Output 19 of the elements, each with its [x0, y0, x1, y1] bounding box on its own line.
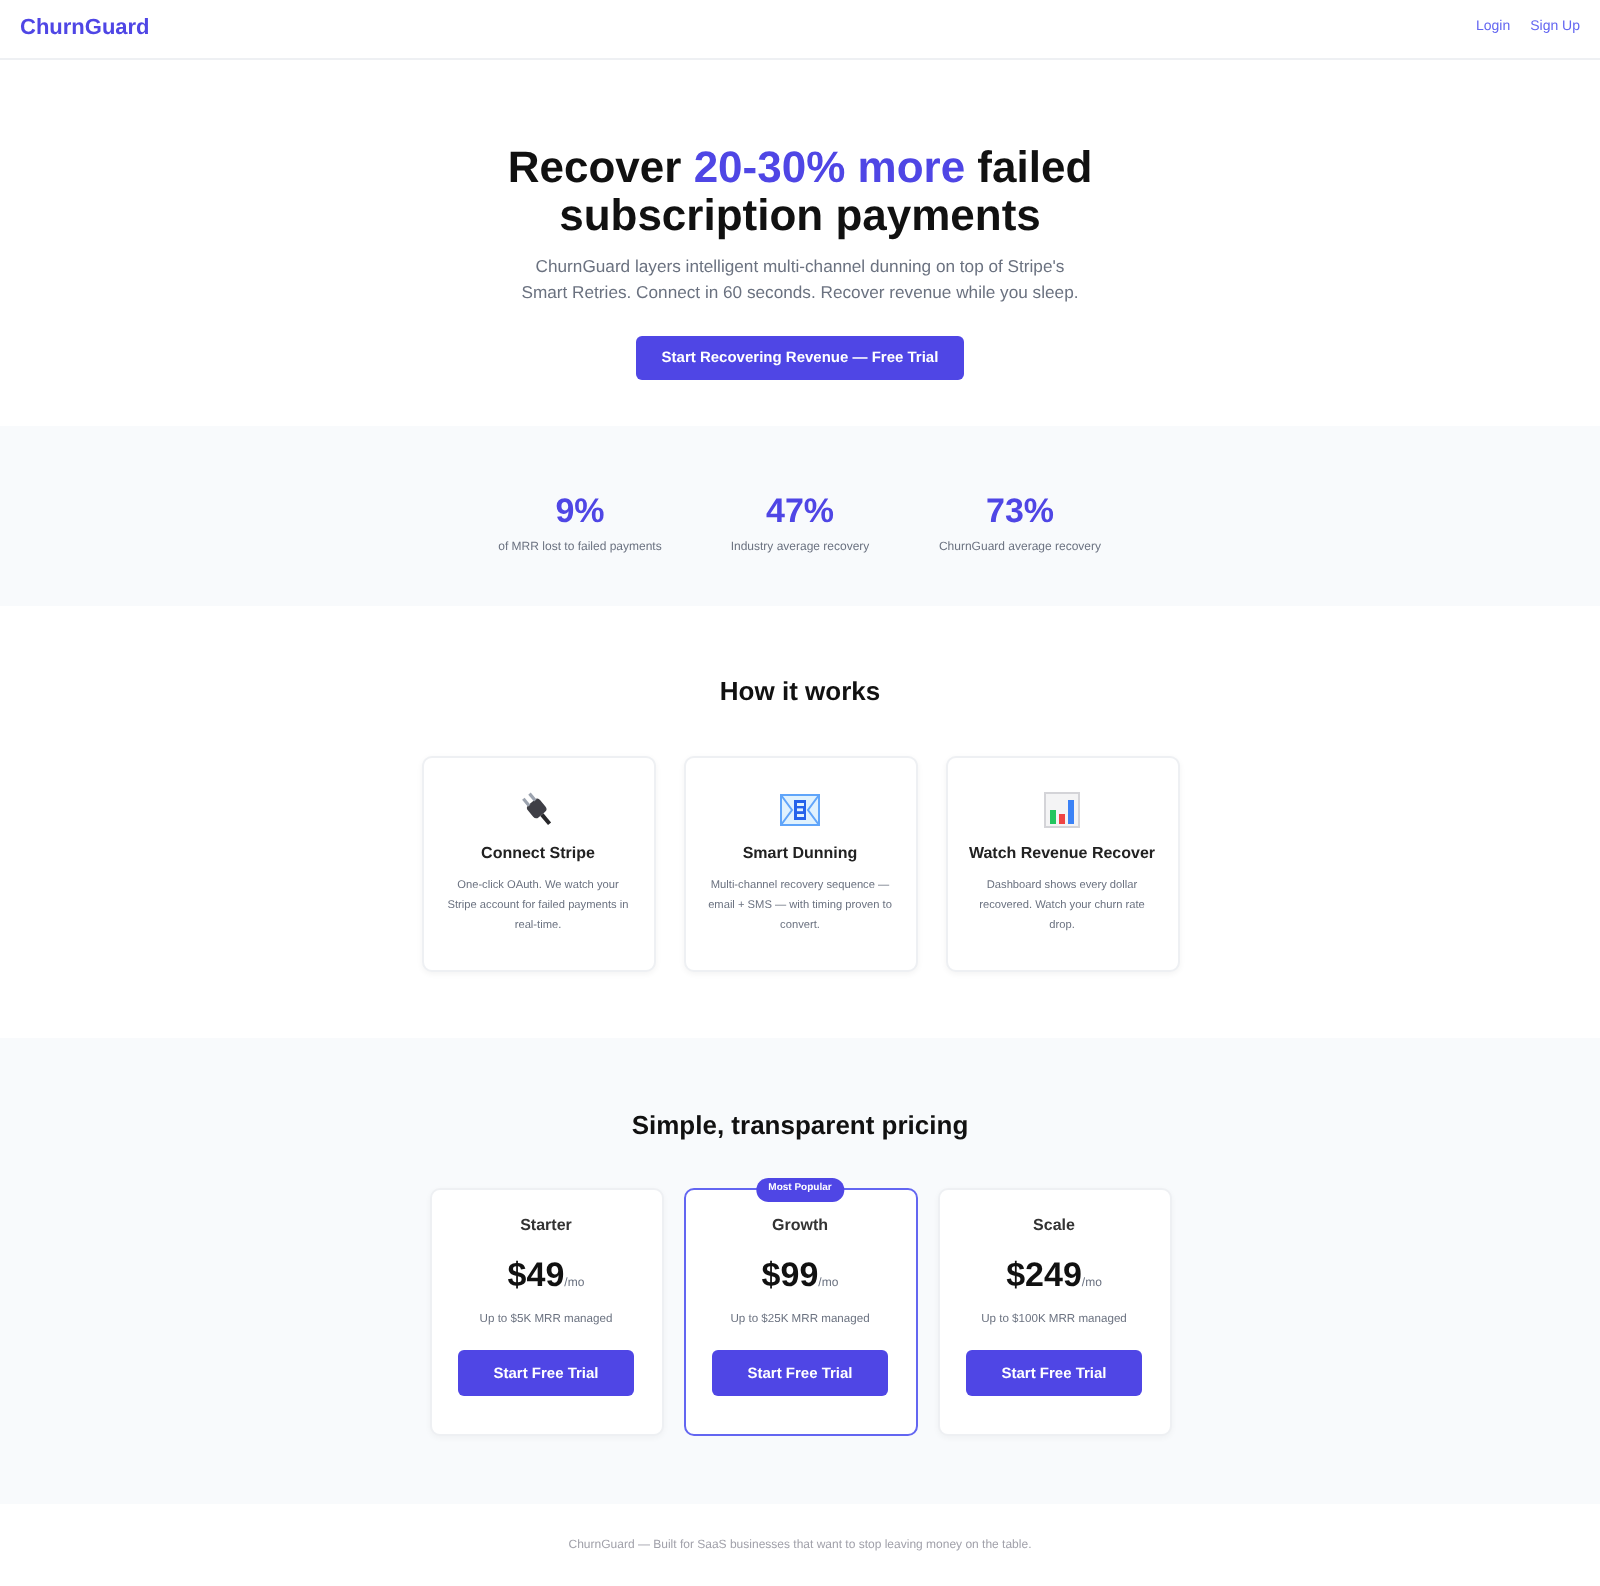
- stat-value: 47%: [765, 492, 835, 532]
- step-title: Connect Stripe: [481, 844, 595, 864]
- section-heading: Simple, transparent pricing: [631, 1110, 969, 1142]
- envelope-icon: [780, 794, 820, 826]
- step-title: Watch Revenue Recover: [968, 844, 1156, 864]
- section-heading: How it works: [719, 676, 881, 708]
- logo[interactable]: ChurnGuard: [20, 12, 150, 46]
- plan-name: Starter: [520, 1216, 572, 1236]
- plan-price: $99: [761, 1256, 819, 1296]
- plan-price: $49: [507, 1256, 565, 1296]
- stat-value: 73%: [985, 492, 1055, 532]
- plan-price: $249: [1006, 1256, 1082, 1296]
- hero-title: Recover 20-30% more failed subscription payments: [505, 144, 1095, 240]
- hero-subtitle: ChurnGuard layers intelligent multi-channel dunning on top of Stripe's Smart Retries. Connect in 60 seconds. Recover revenue while you sleep.: [519, 254, 1081, 306]
- bar-chart-icon: [1044, 792, 1080, 828]
- plan-name: Scale: [1033, 1216, 1075, 1236]
- step-title: Smart Dunning: [742, 844, 858, 864]
- plan-name: Growth: [772, 1216, 828, 1236]
- stat-value: 9%: [555, 492, 605, 532]
